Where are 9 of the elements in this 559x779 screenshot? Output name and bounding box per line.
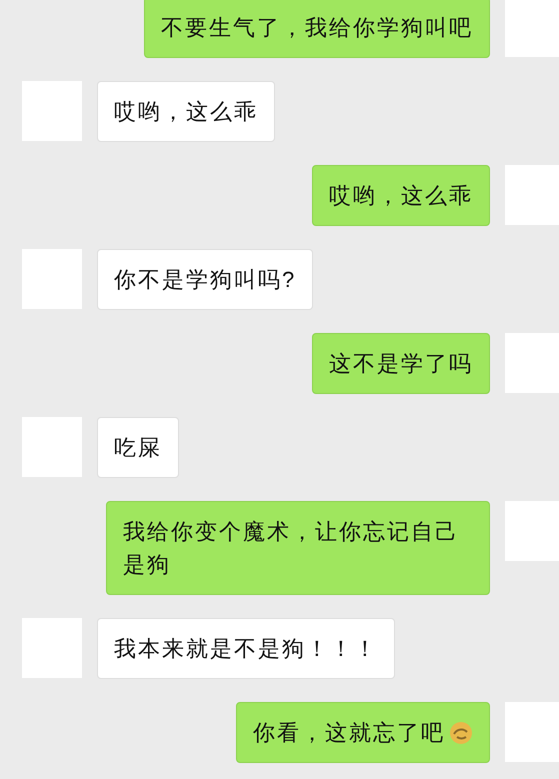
message-bubble: 你不是学狗叫吗? bbox=[97, 249, 314, 310]
message-bubble: 你看，这就忘了吧 bbox=[236, 702, 490, 763]
message-bubble: 吃屎 bbox=[97, 417, 179, 478]
message-bubble: 不要生气了，我给你学狗叫吧 bbox=[144, 0, 490, 58]
message-bubble: 我给你变个魔术，让你忘记自己是狗 bbox=[106, 501, 490, 595]
message-bubble: 这不是学了吗 bbox=[312, 333, 490, 394]
message-bubble: 我本来就是不是狗！！！ bbox=[97, 618, 395, 679]
message-bubble: 哎哟，这么乖 bbox=[312, 165, 490, 226]
message-bubble: 哎哟，这么乖 bbox=[97, 81, 275, 142]
